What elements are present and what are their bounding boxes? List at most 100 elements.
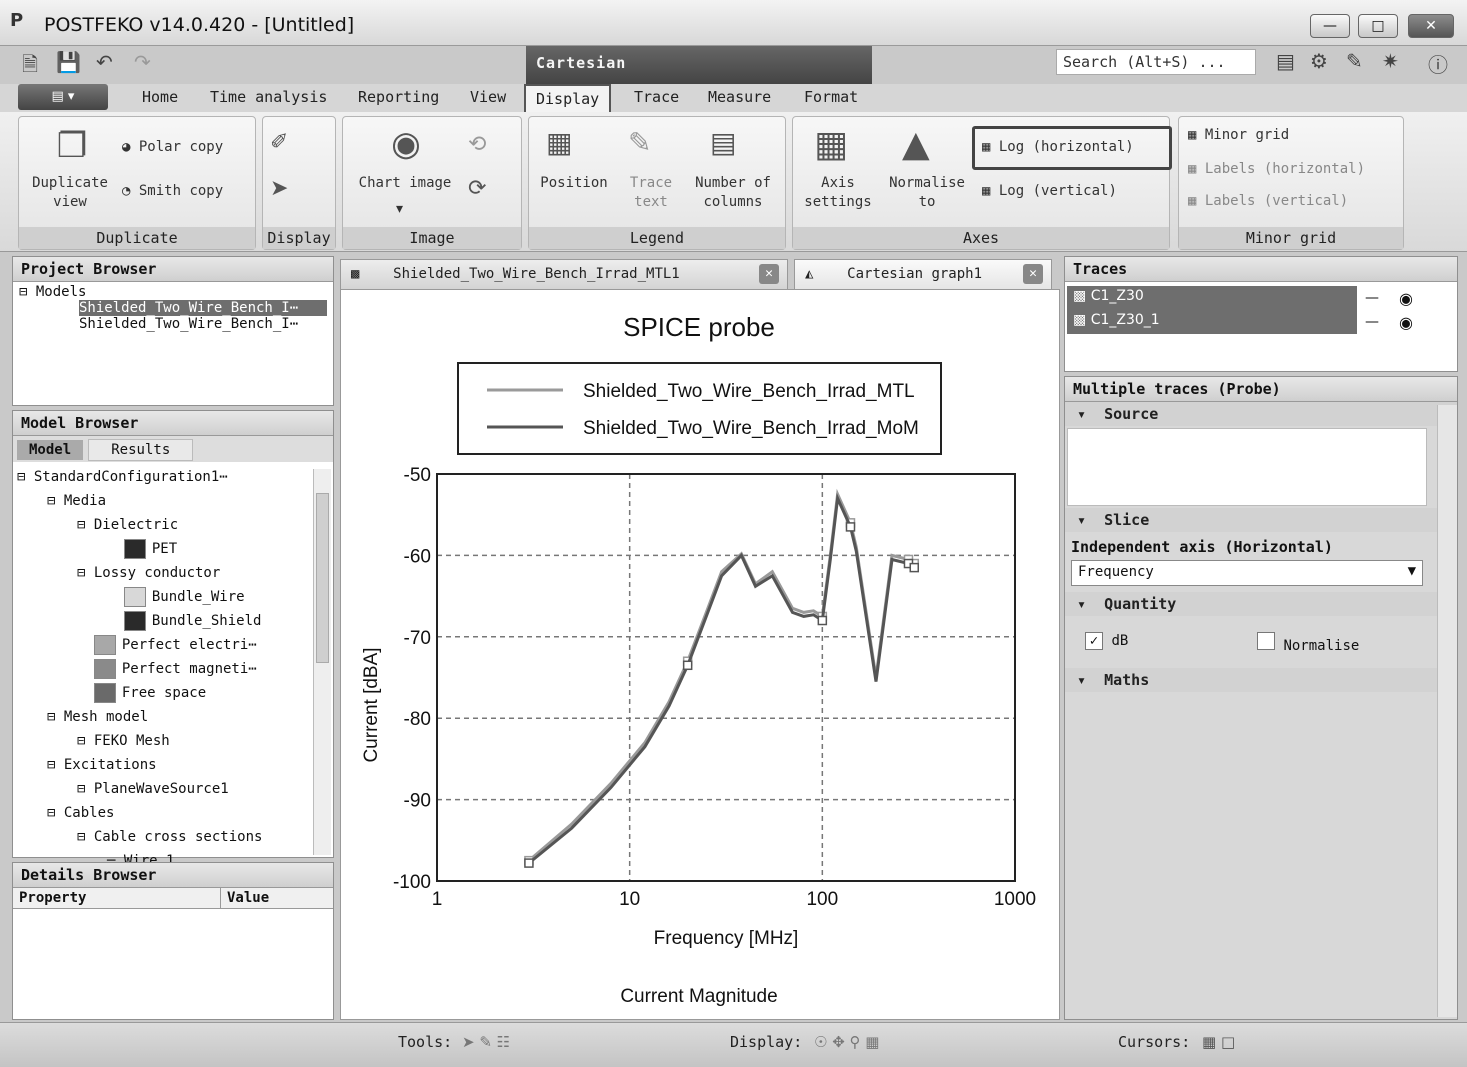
db-checkbox[interactable]: ✓ dB [1085, 632, 1128, 650]
tree-expander-icon[interactable]: ⊟ [77, 565, 94, 581]
properties-scrollbar[interactable] [1437, 405, 1457, 1017]
tab-trace[interactable]: Trace [634, 88, 679, 106]
tree-node[interactable]: ⊟ Cables [17, 802, 329, 826]
polar-copy-button[interactable]: ◕ Polar copy [122, 138, 223, 157]
source-list[interactable] [1067, 428, 1427, 506]
tree-expander-icon[interactable] [77, 685, 94, 701]
project-item[interactable]: Shielded_Two_Wire_Bench_I⋯ [79, 300, 327, 316]
cursor-icon[interactable]: ▦ □ [1202, 1033, 1235, 1051]
doc-tab-graph[interactable]: ◭ Cartesian graph1 ✕ [794, 259, 1052, 289]
tree-node[interactable]: ⊟ Cable cross sections [17, 826, 329, 850]
normalise-icon[interactable]: ▲ [902, 124, 930, 165]
chart-image-icon[interactable]: ◉ [376, 124, 436, 164]
tab-view[interactable]: View [470, 88, 506, 106]
settings-icon[interactable]: ✷ [1382, 49, 1399, 73]
trace-text-button[interactable]: Trace text [620, 174, 682, 212]
legend-position-icon[interactable]: ▦ [546, 126, 572, 159]
tree-node[interactable]: ⊟ StandardConfiguration1⋯ [17, 466, 329, 490]
tree-node[interactable]: Bundle_Wire [17, 586, 329, 610]
tab-time-analysis[interactable]: Time analysis [210, 88, 327, 106]
duplicate-view-button[interactable]: Duplicate view [24, 174, 116, 212]
trace-text-icon[interactable]: ✎ [628, 126, 651, 159]
close-icon[interactable]: ✕ [759, 264, 779, 284]
tree-node[interactable]: ⊟ Excitations [17, 754, 329, 778]
tree-node-models[interactable]: ⊟ Models [19, 284, 327, 300]
normalise-checkbox[interactable]: Normalise [1257, 632, 1359, 654]
labels-horizontal-button[interactable]: ▦ Labels (horizontal) [1188, 160, 1365, 179]
refresh-icon[interactable]: ⟳ [468, 176, 486, 201]
tree-node[interactable]: ⊟ Lossy conductor [17, 562, 329, 586]
duplicate-view-icon[interactable]: ❐ [44, 126, 100, 166]
trace-item[interactable]: ▩ C1_Z30_1 [1067, 310, 1357, 334]
tree-node[interactable]: ⊟ PlaneWaveSource1 [17, 778, 329, 802]
cartesian-chart[interactable]: SPICE probe Shielded_Two_Wire_Bench_Irra… [341, 290, 1061, 1021]
normalise-to-button[interactable]: Normalise to [882, 174, 972, 212]
tree-expander-icon[interactable]: ⊟ [77, 733, 94, 749]
application-menu-button[interactable]: ▤ ▾ [18, 84, 108, 110]
tab-model[interactable]: Model [17, 440, 84, 460]
trace-row[interactable]: ▩ C1_Z30 — ◉ [1067, 286, 1455, 310]
visibility-eye-icon[interactable]: ◉ [1399, 289, 1413, 308]
chart-legend[interactable] [457, 362, 942, 455]
tree-expander-icon[interactable] [107, 613, 124, 629]
close-button[interactable]: ✕ [1408, 14, 1454, 38]
pan-zoom-icon[interactable]: ☉ ✥ ⚲ ▦ [814, 1033, 879, 1051]
chevron-down-icon[interactable]: ▾ [396, 200, 403, 219]
independent-axis-select[interactable]: Frequency ▼ [1071, 560, 1423, 586]
section-slice[interactable]: ▾ Slice [1065, 508, 1457, 532]
tree-expander-icon[interactable]: ⊟ [77, 829, 94, 845]
smith-copy-button[interactable]: ◔ Smith copy [122, 182, 223, 201]
minor-grid-button[interactable]: ▦ Minor grid [1188, 126, 1289, 145]
rotate-icon[interactable]: ⟲ [468, 132, 486, 157]
log-horizontal-button[interactable]: ▦ Log (horizontal) [982, 138, 1134, 157]
tab-results[interactable]: Results [88, 439, 194, 461]
legend-position-button[interactable]: Position [534, 174, 614, 193]
number-of-columns-button[interactable]: Number of columns [686, 174, 780, 212]
tree-node[interactable]: ⊟ FEKO Mesh [17, 730, 329, 754]
model-tree-scrollbar[interactable] [313, 469, 331, 855]
editfeko-icon[interactable]: ✎ [1346, 49, 1363, 73]
tree-node[interactable]: Free space [17, 682, 329, 706]
tab-measure[interactable]: Measure [708, 88, 771, 106]
save-icon[interactable]: 💾 [56, 50, 81, 74]
labels-vertical-button[interactable]: ▦ Labels (vertical) [1188, 192, 1348, 211]
select-tool-icon[interactable]: ➤ ✎ ☷ [462, 1033, 510, 1051]
chart-image-button[interactable]: Chart image [350, 174, 460, 193]
tab-reporting[interactable]: Reporting [358, 88, 439, 106]
section-maths[interactable]: ▾ Maths [1065, 668, 1457, 692]
section-source[interactable]: ▾ Source [1065, 402, 1457, 426]
tree-expander-icon[interactable] [77, 637, 94, 653]
minimize-button[interactable]: — [1310, 14, 1350, 38]
section-quantity[interactable]: ▾ Quantity [1065, 592, 1457, 616]
tree-node[interactable]: Perfect magneti⋯ [17, 658, 329, 682]
undo-icon[interactable]: ↶ [96, 50, 113, 74]
scrollbar-thumb[interactable] [316, 493, 329, 663]
tab-home[interactable]: Home [142, 88, 178, 106]
tree-node[interactable]: ⊟ Mesh model [17, 706, 329, 730]
tree-node[interactable]: PET [17, 538, 329, 562]
tree-node[interactable]: Perfect electri⋯ [17, 634, 329, 658]
tree-expander-icon[interactable] [77, 661, 94, 677]
search-input[interactable]: Search (Alt+S) ... [1056, 49, 1256, 75]
cadfeko-icon[interactable]: ⚙ [1310, 49, 1328, 73]
new-file-icon[interactable]: 🗎 [22, 50, 38, 76]
tree-expander-icon[interactable]: ⊟ [47, 805, 64, 821]
pointer-icon[interactable]: ➤ [270, 176, 288, 201]
redo-icon[interactable]: ↷ [134, 50, 151, 74]
tree-expander-icon[interactable] [107, 589, 124, 605]
tree-expander-icon[interactable]: ⊟ [47, 493, 64, 509]
layout-icon[interactable]: ▤ [1276, 49, 1295, 73]
project-item[interactable]: Shielded_Two_Wire_Bench_I⋯ [79, 316, 327, 332]
tree-expander-icon[interactable] [107, 541, 124, 557]
tree-node[interactable]: ⊟ Dielectric [17, 514, 329, 538]
trace-row[interactable]: ▩ C1_Z30_1 — ◉ [1067, 310, 1455, 334]
tree-expander-icon[interactable]: ⊟ [17, 469, 34, 485]
tree-expander-icon[interactable]: ⊟ [77, 517, 94, 533]
tree-node[interactable]: ⊟ Media [17, 490, 329, 514]
log-vertical-button[interactable]: ▦ Log (vertical) [982, 182, 1117, 201]
tree-node[interactable]: Bundle_Shield [17, 610, 329, 634]
doc-tab-model[interactable]: ▩ Shielded_Two_Wire_Bench_Irrad_MTL1 ✕ [340, 259, 788, 289]
axis-settings-button[interactable]: Axis settings [798, 174, 878, 212]
tree-expander-icon[interactable]: ⊟ [77, 781, 94, 797]
tree-expander-icon[interactable]: ⊟ [47, 757, 64, 773]
